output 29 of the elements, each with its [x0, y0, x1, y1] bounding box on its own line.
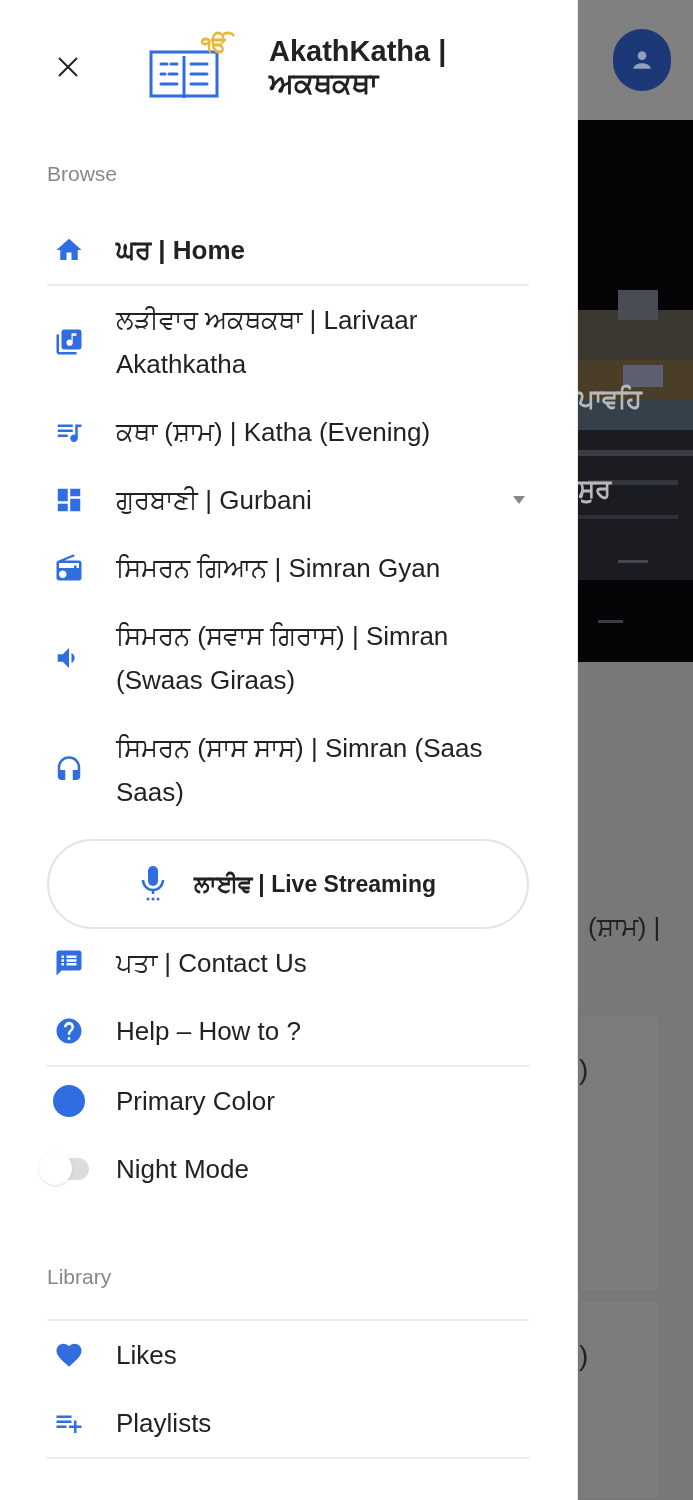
caret-icon[interactable] — [513, 496, 525, 504]
help-icon — [54, 1016, 84, 1046]
microphone-icon — [139, 866, 166, 902]
radio-icon — [54, 553, 84, 583]
section-label: Browse — [47, 161, 119, 187]
menu-item[interactable]: Likes — [47, 1321, 529, 1389]
menu-item[interactable]: ਕਥਾ (ਸ਼ਾਮ) | Katha (Evening) — [47, 398, 529, 466]
section-heading: (ਸ਼ਾਮ) | — [587, 911, 661, 944]
menu-item[interactable]: Help – How to ? — [47, 997, 529, 1065]
toggle-switch[interactable] — [39, 1152, 89, 1186]
chat-list-icon — [54, 948, 84, 978]
setting-label: Primary Color — [116, 1085, 275, 1118]
menu-item[interactable]: ਗੁਰਬਾਣੀ | Gurbani — [47, 466, 529, 534]
card-text: ) — [579, 1340, 589, 1371]
menu-item[interactable]: Playlists — [47, 1389, 529, 1457]
card-text: ) — [579, 1054, 589, 1085]
setting-label: Night Mode — [116, 1153, 249, 1186]
menu-item[interactable]: ਲੜੀਵਾਰ ਅਕਥਕਥਾ | Larivaar Akathkatha — [47, 286, 529, 398]
menu-item[interactable]: ਸਿਮਰਨ (ਸਵਾਸ ਗਿਰਾਸ) | Simran (Swaas Giraas) — [47, 602, 529, 714]
app-title: AkathKatha | ਅਕਥਕਥਾ — [269, 34, 448, 99]
color-swatch[interactable] — [53, 1085, 85, 1117]
banner-caption: ਪਾਵਹਿ — [578, 383, 644, 416]
menu-item[interactable]: ਸਿਮਰਨ (ਸਾਸ ਸਾਸ) | Simran (Saas Saas) — [47, 714, 529, 826]
music-album-icon — [54, 327, 84, 357]
menu-item[interactable]: ਪਤਾ | Contact Us — [47, 929, 529, 997]
live-streaming-button[interactable]: ਲਾਈਵ | Live Streaming — [47, 839, 529, 929]
section-label: Library — [47, 1264, 113, 1290]
menu-item[interactable]: ਸਿਮਰਨ ਗਿਆਨ | Simran Gyan — [47, 534, 529, 602]
banner-caption: ਸੁਰ — [578, 473, 613, 506]
